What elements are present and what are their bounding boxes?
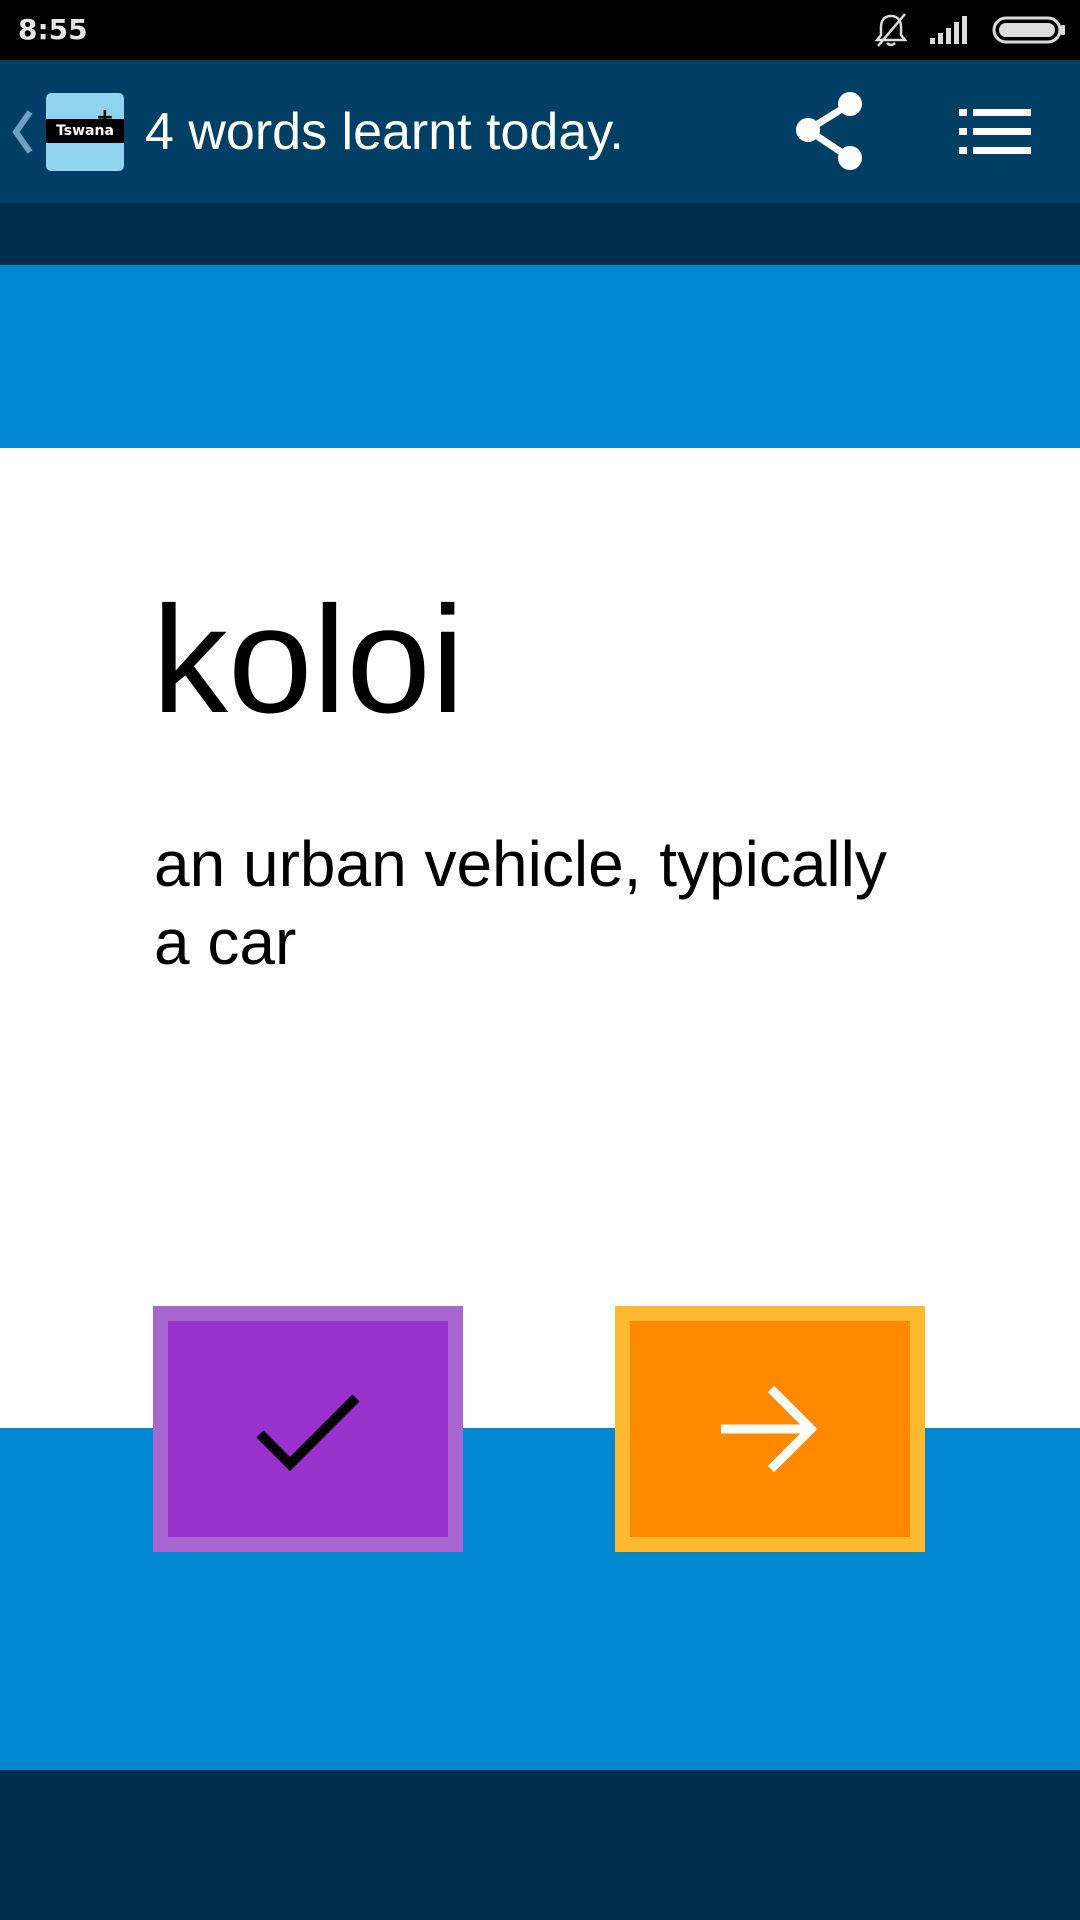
list-menu-button[interactable] [955, 107, 1035, 157]
flashcard-word: koloi [152, 575, 465, 745]
app-logo[interactable]: Tswana + [46, 93, 124, 171]
share-icon [796, 92, 862, 170]
next-button[interactable] [615, 1306, 925, 1552]
list-menu-icon [959, 109, 1031, 154]
bottom-area [0, 1770, 1080, 1920]
battery-icon [992, 15, 1066, 45]
logo-plus-icon: + [95, 105, 114, 130]
signal-icon [930, 16, 970, 44]
checkmark-icon [256, 1394, 360, 1472]
blue-band-top [0, 265, 1080, 448]
status-bar: 8:55 [0, 0, 1080, 60]
status-icons [874, 10, 1066, 50]
status-time: 8:55 [18, 13, 88, 46]
arrow-right-icon [721, 1385, 818, 1473]
app-bar: Tswana + 4 words learnt today. [0, 60, 1080, 203]
app-title: 4 words learnt today. [145, 103, 624, 161]
known-button[interactable] [153, 1306, 463, 1552]
share-button[interactable] [788, 90, 872, 174]
back-chevron-icon[interactable] [10, 104, 36, 160]
flashcard-definition: an urban vehicle, typically a car [154, 828, 887, 978]
header-shadow-strip [0, 203, 1080, 265]
bell-muted-icon [874, 12, 908, 48]
